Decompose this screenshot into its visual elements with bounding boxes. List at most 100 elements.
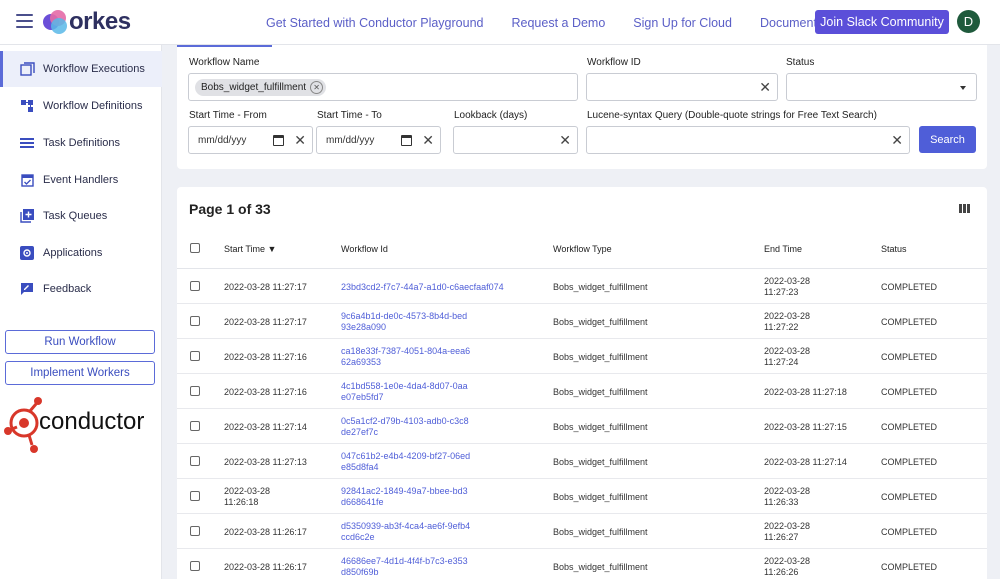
date-placeholder: mm/dd/yyy xyxy=(198,135,247,146)
start-time-cell: 2022-03-28 11:27:17 xyxy=(224,317,307,327)
table-row: 2022-03-28 11:26:17 d5350939-ab3f-4ca4-ae… xyxy=(177,514,987,549)
end-time-cell: 2022-03-28 11:26:26 xyxy=(764,556,811,577)
nav-signup-link[interactable]: Sign Up for Cloud xyxy=(633,16,732,30)
column-start-time[interactable]: Start Time ▼ xyxy=(224,244,276,254)
workflow-id-link[interactable]: 92841ac2-1849-49a7-bbee-bd3d668641fe xyxy=(341,486,471,508)
nav-demo-link[interactable]: Request a Demo xyxy=(511,16,605,30)
row-checkbox[interactable] xyxy=(190,491,200,501)
conductor-logo: conductor xyxy=(4,393,154,455)
clear-icon[interactable]: ✕ xyxy=(891,133,903,147)
lucene-query-input[interactable]: ✕ xyxy=(586,126,910,154)
status-cell: COMPLETED xyxy=(881,527,938,537)
workflow-id-label: Workflow ID xyxy=(587,57,641,68)
row-checkbox[interactable] xyxy=(190,561,200,571)
workflow-id-link[interactable]: 4c1bd558-1e0e-4da4-8d07-0aae07eb5fd7 xyxy=(341,381,471,403)
clear-icon[interactable]: ✕ xyxy=(294,133,306,147)
lookback-input[interactable]: ✕ xyxy=(453,126,578,154)
select-all-checkbox[interactable] xyxy=(190,243,200,253)
start-time-from-label: Start Time - From xyxy=(189,110,267,121)
status-cell: COMPLETED xyxy=(881,492,938,502)
column-workflow-id[interactable]: Workflow Id xyxy=(341,244,388,254)
clear-icon[interactable]: ✕ xyxy=(759,80,771,94)
workflow-id-link[interactable]: 047c61b2-e4b4-4209-bf27-06ede85d8fa4 xyxy=(341,451,471,473)
end-time-cell: 2022-03-28 11:27:23 xyxy=(764,276,811,297)
table-row: 2022-03-28 11:27:16 4c1bd558-1e0e-4da4-8d… xyxy=(177,374,987,409)
nav-playground-link[interactable]: Get Started with Conductor Playground xyxy=(266,16,483,30)
workflow-type-cell: Bobs_widget_fulfillment xyxy=(553,422,648,432)
start-time-cell: 2022-03-28 11:26:18 xyxy=(224,486,271,507)
gear-box-icon xyxy=(19,245,35,261)
workflow-id-link[interactable]: d5350939-ab3f-4ca4-ae6f-9efb4ccd6c2e xyxy=(341,521,471,543)
workflow-id-link[interactable]: 46686ee7-4d1d-4f4f-b7c3-e353d850f69b xyxy=(341,556,471,578)
run-workflow-button[interactable]: Run Workflow xyxy=(5,330,155,354)
column-status[interactable]: Status xyxy=(881,244,907,254)
top-app-bar: orkes Get Started with Conductor Playgro… xyxy=(0,0,1000,45)
lookback-label: Lookback (days) xyxy=(454,110,528,121)
start-time-to-input[interactable]: mm/dd/yyy ✕ xyxy=(316,126,441,154)
end-time-cell: 2022-03-28 11:27:14 xyxy=(764,457,847,467)
workflow-id-input[interactable]: ✕ xyxy=(586,73,778,101)
sidebar-item-workflow-executions[interactable]: Workflow Executions xyxy=(0,51,162,87)
table-header: Start Time ▼ Workflow Id Workflow Type E… xyxy=(177,231,987,269)
avatar[interactable]: D xyxy=(957,10,980,33)
sidebar-item-applications[interactable]: Applications xyxy=(0,235,162,271)
orkes-logo-icon xyxy=(43,10,67,34)
sidebar-item-label: Workflow Definitions xyxy=(43,100,143,112)
row-checkbox[interactable] xyxy=(190,351,200,361)
workflow-name-field[interactable]: Bobs_widget_fulfillment ✕ xyxy=(188,73,578,101)
row-checkbox[interactable] xyxy=(190,281,200,291)
calendar-icon[interactable] xyxy=(273,135,284,146)
start-time-cell: 2022-03-28 11:27:16 xyxy=(224,352,307,362)
sidebar-item-label: Task Definitions xyxy=(43,137,121,149)
sidebar-item-task-definitions[interactable]: Task Definitions xyxy=(0,125,162,161)
start-time-cell: 2022-03-28 11:27:17 xyxy=(224,282,307,292)
sidebar-item-label: Applications xyxy=(43,247,103,259)
orkes-logo[interactable]: orkes xyxy=(43,8,131,36)
results-panel: Page 1 of 33 Start Time ▼ Workflow Id Wo… xyxy=(177,187,987,579)
row-checkbox[interactable] xyxy=(190,316,200,326)
column-workflow-type[interactable]: Workflow Type xyxy=(553,244,612,254)
start-time-cell: 2022-03-28 11:26:17 xyxy=(224,527,307,537)
chevron-down-icon[interactable] xyxy=(960,86,966,90)
status-cell: COMPLETED xyxy=(881,457,938,467)
workflow-id-link[interactable]: 23bd3cd2-f7c7-44a7-a1d0-c6aecfaaf074 xyxy=(341,282,541,293)
table-row: 2022-03-28 11:27:16 ca18e33f-7387-4051-80… xyxy=(177,339,987,374)
queue-add-icon xyxy=(19,208,35,224)
start-time-cell: 2022-03-28 11:27:14 xyxy=(224,422,307,432)
clear-icon[interactable]: ✕ xyxy=(422,133,434,147)
search-button[interactable]: Search xyxy=(919,126,976,153)
sidebar-item-task-queues[interactable]: Task Queues xyxy=(0,198,162,234)
column-end-time[interactable]: End Time xyxy=(764,244,802,254)
menu-icon[interactable] xyxy=(16,14,33,28)
table-row: 2022-03-28 11:27:13 047c61b2-e4b4-4209-bf… xyxy=(177,444,987,479)
row-checkbox[interactable] xyxy=(190,386,200,396)
row-checkbox[interactable] xyxy=(190,456,200,466)
workflow-type-cell: Bobs_widget_fulfillment xyxy=(553,317,648,327)
sidebar-item-event-handlers[interactable]: Event Handlers xyxy=(0,162,162,198)
lucene-query-label: Lucene-syntax Query (Double-quote string… xyxy=(587,110,877,121)
chip-remove-icon[interactable]: ✕ xyxy=(310,81,324,94)
start-time-from-input[interactable]: mm/dd/yyy ✕ xyxy=(188,126,313,154)
sidebar-item-workflow-definitions[interactable]: Workflow Definitions xyxy=(0,88,162,124)
columns-icon[interactable] xyxy=(959,204,970,213)
row-checkbox[interactable] xyxy=(190,526,200,536)
sidebar-item-feedback[interactable]: Feedback xyxy=(0,271,162,307)
table-row: 2022-03-28 11:26:17 46686ee7-4d1d-4f4f-b7… xyxy=(177,549,987,579)
workflow-name-chip[interactable]: Bobs_widget_fulfillment ✕ xyxy=(195,79,327,96)
clear-icon[interactable]: ✕ xyxy=(559,133,571,147)
workflow-id-link[interactable]: ca18e33f-7387-4051-804a-eea662a69353 xyxy=(341,346,471,368)
calendar-icon[interactable] xyxy=(401,135,412,146)
workflow-id-link[interactable]: 9c6a4b1d-de0c-4573-8b4d-bed93e28a090 xyxy=(341,311,471,333)
top-nav: Get Started with Conductor Playground Re… xyxy=(266,0,872,45)
row-checkbox[interactable] xyxy=(190,421,200,431)
status-cell: COMPLETED xyxy=(881,282,938,292)
join-slack-button[interactable]: Join Slack Community xyxy=(815,10,949,34)
implement-workers-button[interactable]: Implement Workers xyxy=(5,361,155,385)
end-time-cell: 2022-03-28 11:27:18 xyxy=(764,387,847,397)
status-select[interactable] xyxy=(786,73,977,101)
sidebar-item-label: Task Queues xyxy=(43,210,108,222)
list-icon xyxy=(19,135,35,151)
workflow-id-link[interactable]: 0c5a1cf2-d79b-4103-adb0-c3c8de27ef7c xyxy=(341,416,471,438)
conductor-logo-text: conductor xyxy=(39,408,144,435)
logo-text: orkes xyxy=(69,8,131,35)
